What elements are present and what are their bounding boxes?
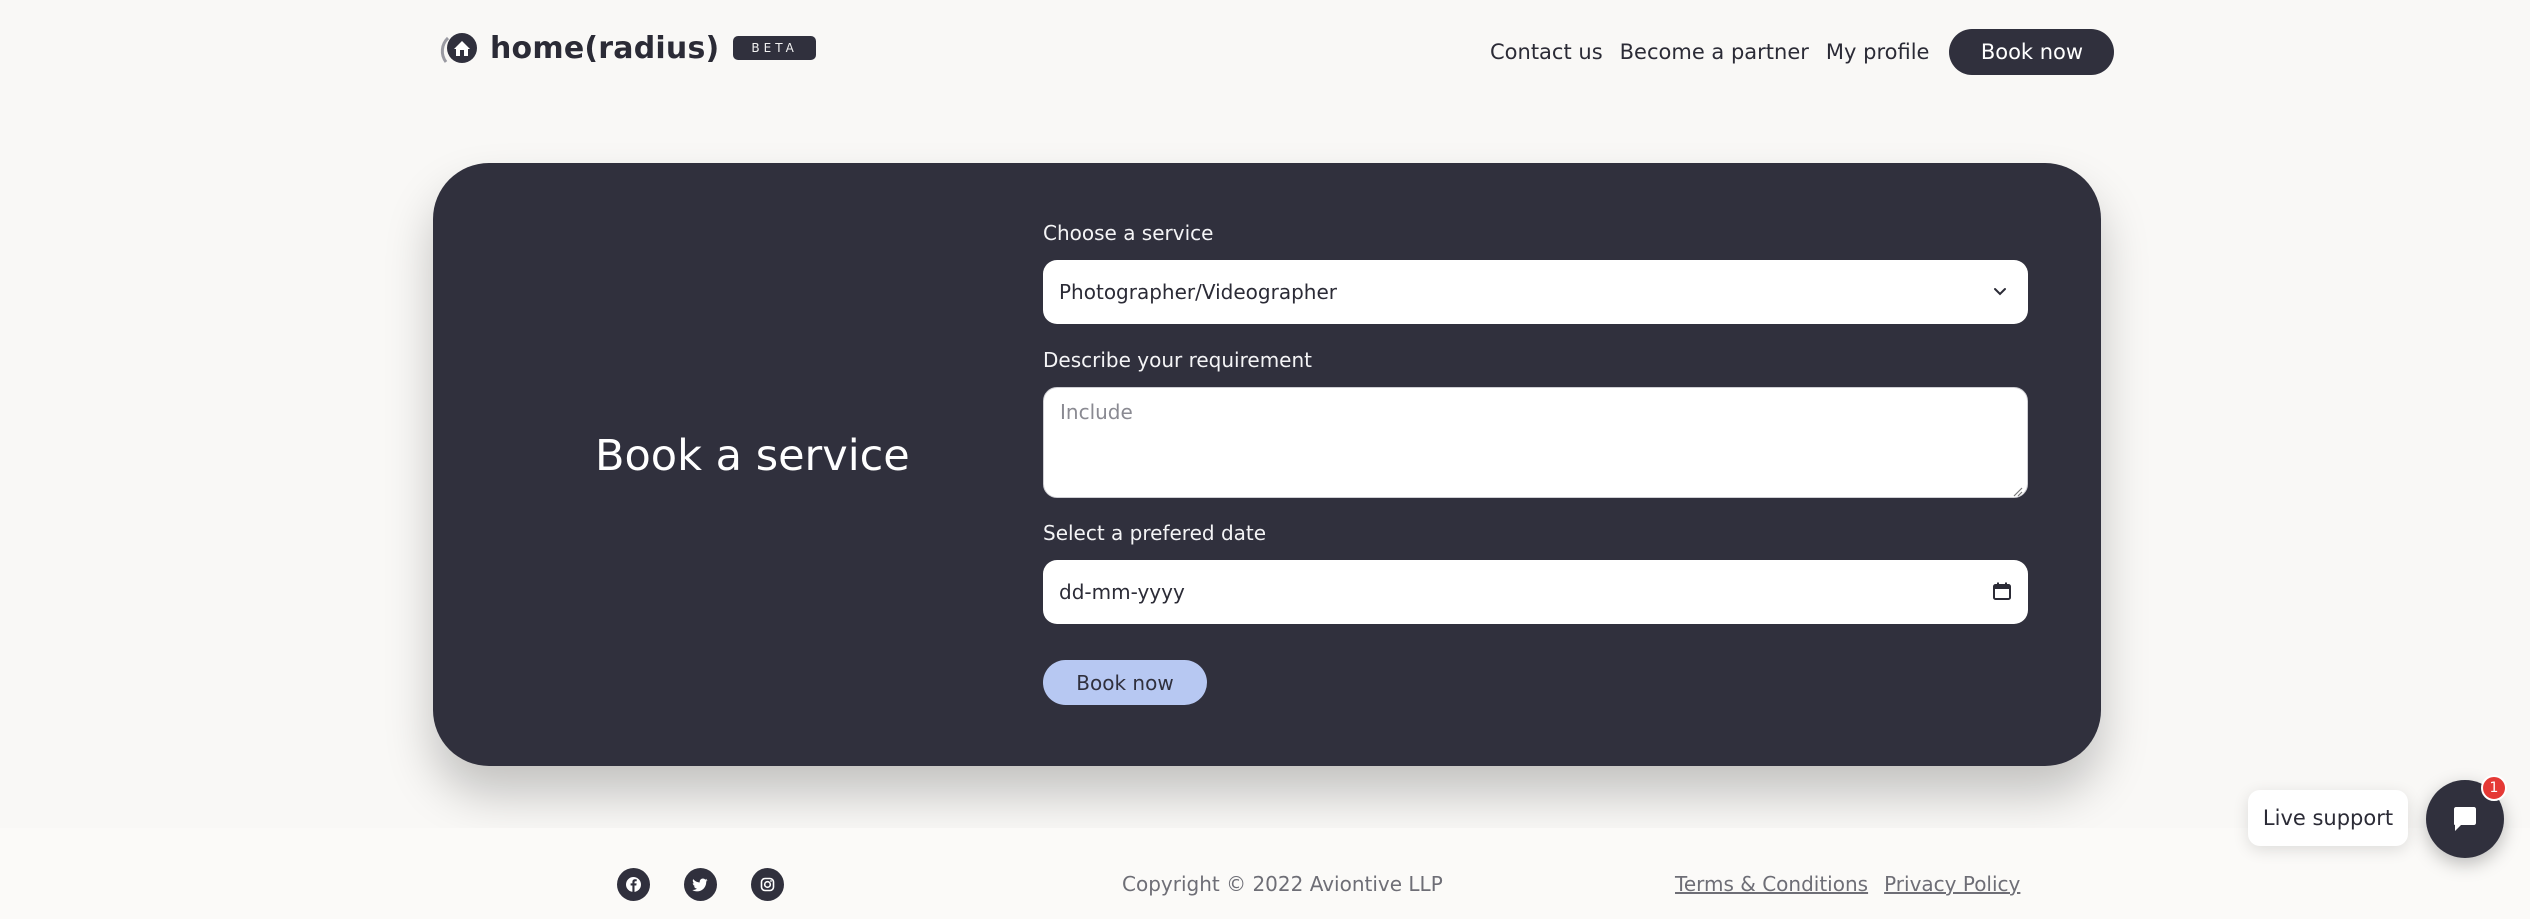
- header-book-now-button[interactable]: Book now: [1949, 29, 2115, 75]
- terms-link[interactable]: Terms & Conditions: [1675, 872, 1868, 896]
- service-select-value: Photographer/Videographer: [1059, 280, 1337, 304]
- booking-card: Book a service Choose a service Photogra…: [433, 163, 2101, 766]
- requirement-textarea[interactable]: Include: [1043, 387, 2028, 498]
- chevron-down-icon: [1990, 282, 2010, 302]
- live-support-label[interactable]: Live support: [2248, 790, 2408, 846]
- resize-handle-icon[interactable]: [2011, 482, 2023, 497]
- footer-links: Terms & Conditions Privacy Policy: [1675, 872, 2036, 896]
- main-nav: Contact us Become a partner My profile B…: [1490, 29, 2115, 75]
- notification-badge: 1: [2481, 775, 2507, 801]
- home-logo-icon: [440, 28, 480, 68]
- twitter-icon[interactable]: [684, 868, 717, 901]
- requirement-placeholder: Include: [1060, 400, 1133, 424]
- nav-my-profile[interactable]: My profile: [1826, 40, 1930, 64]
- beta-badge: BETA: [733, 36, 816, 60]
- date-input[interactable]: dd-mm-yyyy: [1043, 560, 2028, 624]
- site-footer: Copyright © 2022 Aviontive LLP Terms & C…: [0, 828, 2530, 919]
- service-label: Choose a service: [1043, 221, 1214, 245]
- copyright-text: Copyright © 2022 Aviontive LLP: [1122, 872, 1443, 896]
- date-label: Select a prefered date: [1043, 521, 1267, 545]
- nav-become-partner[interactable]: Become a partner: [1620, 40, 1809, 64]
- book-now-submit-button[interactable]: Book now: [1043, 660, 1207, 705]
- requirement-label: Describe your requirement: [1043, 348, 1312, 372]
- social-links: [617, 868, 818, 901]
- nav-contact-us[interactable]: Contact us: [1490, 40, 1603, 64]
- booking-form: Choose a service Photographer/Videograph…: [1043, 221, 2028, 705]
- date-input-value: dd-mm-yyyy: [1059, 580, 1185, 604]
- card-title: Book a service: [595, 431, 910, 481]
- brand[interactable]: home(radius) BETA: [440, 26, 816, 70]
- chat-bubble-icon: [2450, 804, 2480, 834]
- instagram-icon[interactable]: [751, 868, 784, 901]
- facebook-icon[interactable]: [617, 868, 650, 901]
- privacy-link[interactable]: Privacy Policy: [1884, 872, 2020, 896]
- service-select[interactable]: Photographer/Videographer: [1043, 260, 2028, 324]
- brand-name: home(radius): [490, 30, 720, 66]
- calendar-icon[interactable]: [1992, 581, 2012, 601]
- site-header: home(radius) BETA Contact us Become a pa…: [0, 0, 2530, 100]
